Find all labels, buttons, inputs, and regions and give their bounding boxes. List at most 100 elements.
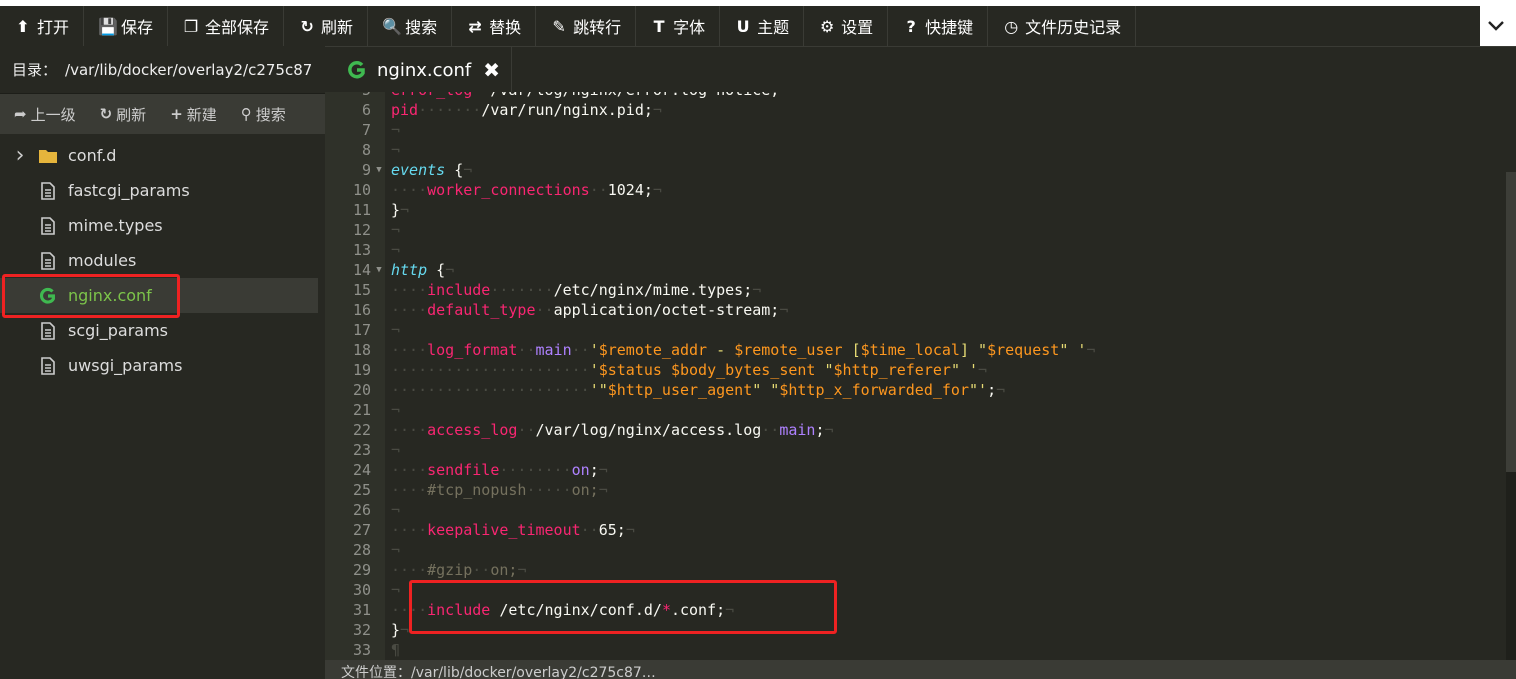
close-icon[interactable]: ✖ xyxy=(483,58,500,82)
explorer-action-0[interactable]: ➦ 上一级 xyxy=(0,104,86,125)
line-number: 12 xyxy=(352,221,371,239)
code-token: worker_connections xyxy=(427,181,590,199)
code-editor[interactable]: 5error_log··/var/log/nginx/error.log·not… xyxy=(325,92,1516,660)
line-number: 8 xyxy=(361,141,371,159)
code-line: 27 ····keepalive_timeout··65;¬ xyxy=(325,520,1095,540)
history-icon: ◷ xyxy=(1004,16,1019,36)
code-text: ····sendfile········on;¬ xyxy=(385,460,608,480)
toolbar-button-6[interactable]: ✎ 跳转行 xyxy=(536,6,637,46)
code-token: * xyxy=(661,601,671,619)
explorer-action-3[interactable]: ⚲ 搜索 xyxy=(227,104,296,125)
toolbar-button-11[interactable]: ◷ 文件历史记录 xyxy=(988,6,1137,46)
folder-icon xyxy=(28,148,68,164)
toolbar-button-8[interactable]: U 主题 xyxy=(720,6,805,46)
explorer-action-1[interactable]: ↻ 刷新 xyxy=(86,104,157,125)
code-text: ····#gzip··on;¬ xyxy=(385,560,526,580)
file-item[interactable]: nginx.conf xyxy=(0,278,318,313)
fold-arrow-icon[interactable]: ▼ xyxy=(373,160,385,180)
code-token: ; xyxy=(589,461,599,479)
code-token: ···· xyxy=(391,301,428,319)
toolbar-button-1[interactable]: 💾 保存 xyxy=(84,6,169,46)
code-token: ¬ xyxy=(400,201,410,219)
line-number: 30 xyxy=(352,581,371,599)
code-token: http xyxy=(391,261,428,279)
file-item[interactable]: modules xyxy=(0,243,318,278)
chevron-right-icon[interactable]: › xyxy=(0,143,28,168)
code-token: 65; xyxy=(598,521,626,539)
toolbar-button-label: 字体 xyxy=(673,18,706,37)
scrollbar-thumb[interactable] xyxy=(1506,172,1516,472)
code-token: /var/log/nginx/access.log xyxy=(535,421,762,439)
code-token: ······· xyxy=(418,101,482,119)
toolbar-button-label: 打开 xyxy=(37,18,70,37)
toolbar-button-4[interactable]: 🔍 搜索 xyxy=(368,6,453,46)
file-name: mime.types xyxy=(68,216,163,235)
code-token: " xyxy=(815,361,834,379)
code-line: 23 ¬ xyxy=(325,440,1095,460)
code-token: ······················ xyxy=(391,381,590,399)
explorer-action-2[interactable]: + 新建 xyxy=(156,104,227,125)
code-token: ····· xyxy=(526,481,572,499)
code-text: ····keepalive_timeout··65;¬ xyxy=(385,520,635,540)
file-name: scgi_params xyxy=(68,321,168,340)
file-item[interactable]: scgi_params xyxy=(0,313,318,348)
explorer-actions: ➦ 上一级 ↻ 刷新 + 新建 ⚲ 搜索 xyxy=(0,94,325,134)
line-number: 17 xyxy=(352,321,371,339)
toolbar-button-3[interactable]: ↻ 刷新 xyxy=(284,6,369,46)
line-number: 26 xyxy=(352,501,371,519)
code-token: ·· xyxy=(580,521,599,539)
toolbar-button-label: 刷新 xyxy=(321,18,354,37)
explorer-action-label: 刷新 xyxy=(116,105,147,124)
fold-arrow-icon[interactable]: ▼ xyxy=(373,260,385,280)
help-icon: ? xyxy=(906,16,916,36)
code-token: $http_referer xyxy=(833,361,951,379)
refresh-icon: ↻ xyxy=(99,105,113,123)
tab-label: nginx.conf xyxy=(377,59,472,81)
file-name: uwsgi_params xyxy=(68,356,183,375)
code-token: ¬ xyxy=(978,361,988,379)
current-path: /var/lib/docker/overlay2/c275c87 xyxy=(65,60,313,79)
top-toolbar: ⬆ 打开 💾 保存 ❐ 全部保存 ↻ 刷新 🔍 搜索 ⇄ 替换 ✎ 跳转行 T 字体 U 主题 ⚙ 设置? 快捷键 ◷ 文件… xyxy=(0,6,1516,46)
tab-nginx-conf[interactable]: nginx.conf ✖ xyxy=(337,47,512,93)
code-token: ···· xyxy=(391,281,428,299)
toolbar-button-7[interactable]: T 字体 xyxy=(636,6,721,46)
toolbar-button-0[interactable]: ⬆ 打开 xyxy=(0,6,85,46)
file-item[interactable]: fastcgi_params xyxy=(0,173,318,208)
code-line: 33 ¶ xyxy=(325,640,1095,660)
file-item[interactable]: mime.types xyxy=(0,208,318,243)
chevron-down-icon[interactable] xyxy=(1476,6,1516,46)
code-line: 29 ····#gzip··on;¬ xyxy=(325,560,1095,580)
vertical-scrollbar[interactable] xyxy=(1506,172,1516,660)
code-token: include xyxy=(427,281,491,299)
code-line: 13 ¬ xyxy=(325,240,1095,260)
toolbar-button-2[interactable]: ❐ 全部保存 xyxy=(168,6,285,46)
code-token: ·· xyxy=(517,421,536,439)
code-token: [ xyxy=(842,341,861,359)
code-line: 10 ····worker_connections··1024;¬ xyxy=(325,180,1095,200)
code-token: ¬ xyxy=(517,561,527,579)
toolbar-button-9[interactable]: ⚙ 设置 xyxy=(804,6,889,46)
code-token: include xyxy=(427,601,491,619)
line-number: 27 xyxy=(352,521,371,539)
toolbar-button-10[interactable]: ? 快捷键 xyxy=(888,6,989,46)
toolbar-spacer xyxy=(1136,6,1476,46)
explorer-action-label: 上一级 xyxy=(30,105,76,124)
file-item[interactable]: uwsgi_params xyxy=(0,348,318,383)
code-token: ········ xyxy=(499,461,572,479)
code-text: ¬ xyxy=(385,140,400,160)
code-token: ¬ xyxy=(400,621,410,639)
toolbar-button-5[interactable]: ⇄ 替换 xyxy=(452,6,537,46)
code-text: ····log_format··main··'$remote_addr - $r… xyxy=(385,340,1095,360)
explorer-action-label: 搜索 xyxy=(255,105,286,124)
code-token: ¶ xyxy=(391,641,401,659)
code-token: } xyxy=(391,201,401,219)
code-line: 7 ¬ xyxy=(325,120,1095,140)
file-item[interactable]: › conf.d xyxy=(0,138,318,173)
